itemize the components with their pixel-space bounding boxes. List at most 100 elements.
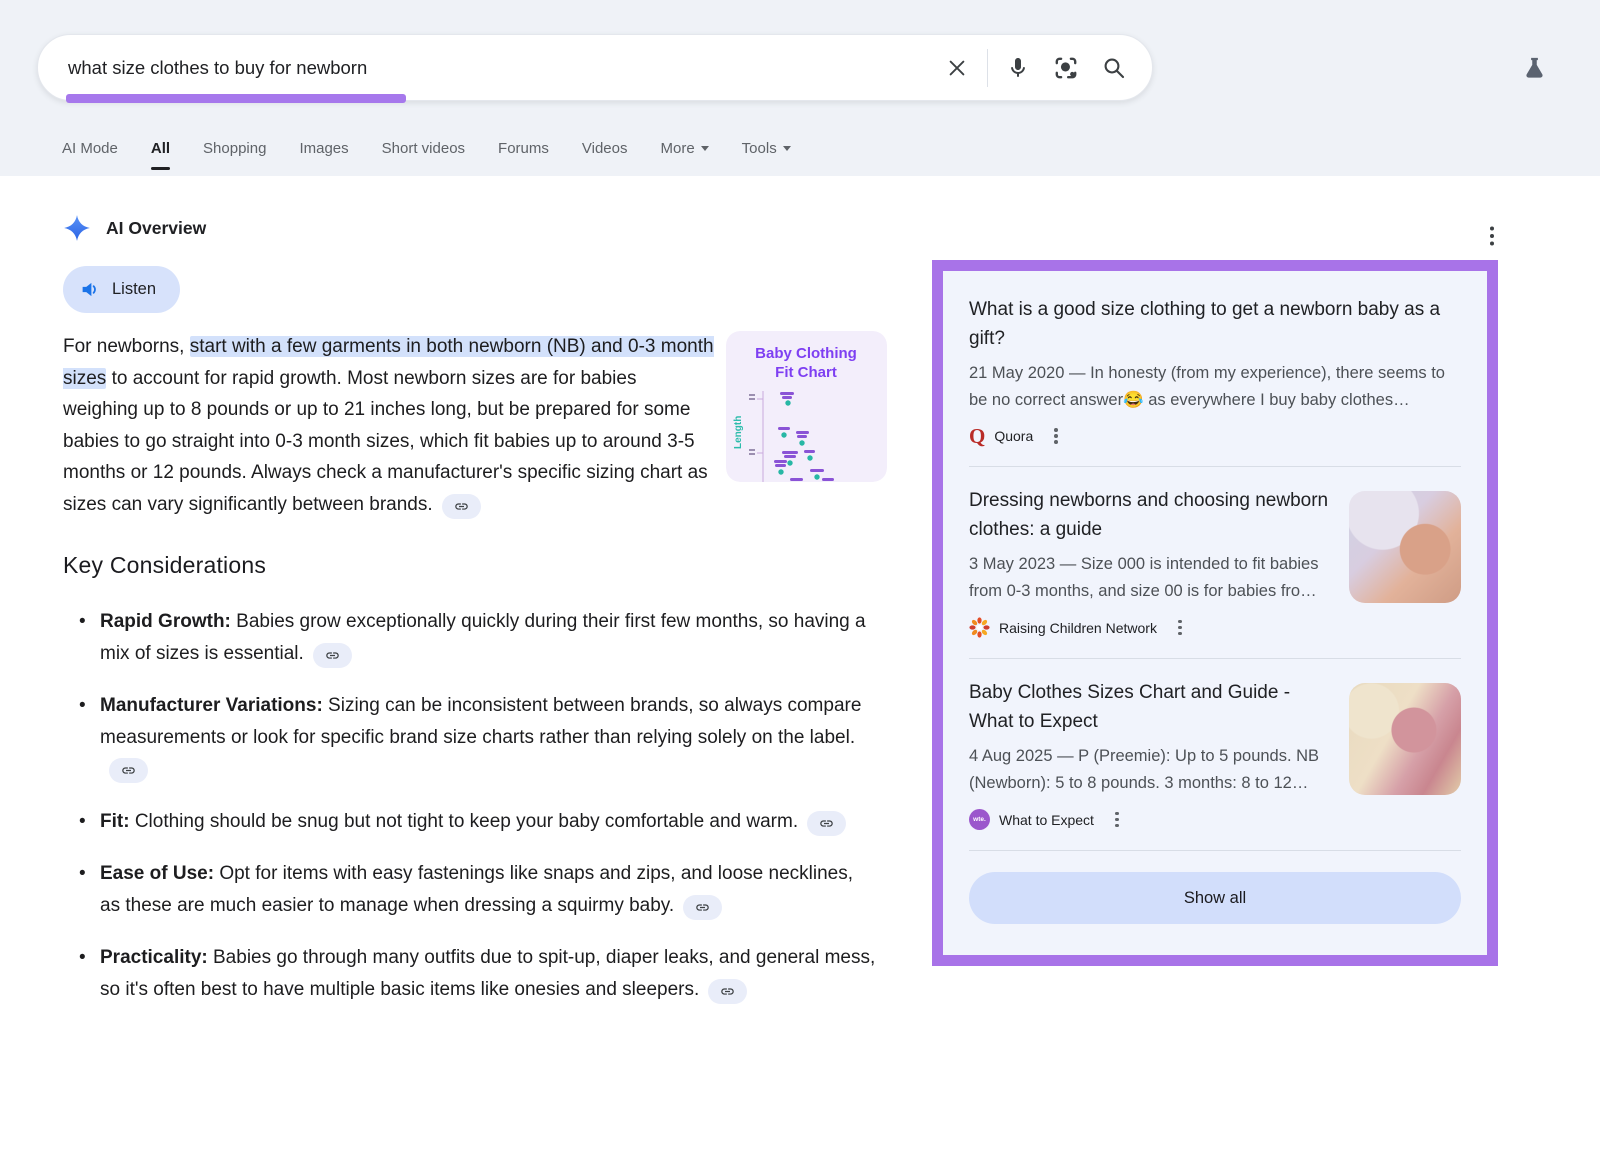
listen-button[interactable]: Listen <box>63 266 180 313</box>
tab-images[interactable]: Images <box>299 140 348 157</box>
item-text: Babies go through many outfits due to sp… <box>100 947 875 1000</box>
close-icon <box>946 57 968 79</box>
source-attribution-row: Q Quora <box>969 426 1461 446</box>
ai-overview-intro-paragraph: For newborns, start with a few garments … <box>63 331 714 520</box>
link-icon <box>695 900 710 915</box>
list-item: Fit: Clothing should be snug but not tig… <box>63 806 903 838</box>
kebab-menu-icon <box>1490 234 1495 239</box>
source-attribution-row: Raising Children Network <box>969 617 1335 638</box>
annotation-highlight-border: What is a good size clothing to get a ne… <box>932 260 1498 966</box>
result-thumbnail-image[interactable] <box>1349 683 1461 795</box>
source-card[interactable]: What is a good size clothing to get a ne… <box>969 296 1461 446</box>
raising-children-network-logo <box>969 617 990 638</box>
citation-link-chip[interactable] <box>708 979 747 1004</box>
bullet-marker <box>63 942 100 1005</box>
lens-search-button[interactable] <box>1042 44 1090 92</box>
speaker-icon <box>80 279 101 300</box>
bullet-marker <box>63 606 100 669</box>
search-bar-divider <box>987 49 988 87</box>
tab-tools-label: Tools <box>742 140 777 157</box>
source-card-snippet: 4 Aug 2025 — P (Preemie): Up to 5 pounds… <box>969 743 1335 796</box>
kebab-menu-icon[interactable] <box>1178 626 1182 630</box>
tab-videos[interactable]: Videos <box>582 140 628 157</box>
quora-logo: Q <box>969 426 985 446</box>
camera-lens-icon <box>1053 55 1079 81</box>
intro-post: to account for rapid growth. Most newbor… <box>63 368 708 515</box>
source-card-snippet: 3 May 2023 — Size 000 is intended to fit… <box>969 551 1335 604</box>
key-considerations-heading: Key Considerations <box>63 552 903 579</box>
tab-all[interactable]: All <box>151 140 170 157</box>
clear-search-button[interactable] <box>933 44 981 92</box>
flask-icon <box>1521 55 1548 82</box>
tab-more[interactable]: More <box>660 140 708 157</box>
kebab-menu-icon[interactable] <box>1115 818 1119 822</box>
source-name: What to Expect <box>999 812 1094 828</box>
tab-shopping[interactable]: Shopping <box>203 140 266 157</box>
list-item: Ease of Use: Opt for items with easy fas… <box>63 858 903 921</box>
tab-more-label: More <box>660 140 694 157</box>
link-icon <box>454 499 469 514</box>
ai-overview-menu-button[interactable] <box>1478 222 1506 250</box>
source-card[interactable]: Dressing newborns and choosing newborn c… <box>969 487 1461 638</box>
microphone-icon <box>1006 56 1030 80</box>
tab-tools[interactable]: Tools <box>742 140 791 157</box>
voice-search-button[interactable] <box>994 44 1042 92</box>
source-card-snippet: 21 May 2020 — In honesty (from my experi… <box>969 360 1461 413</box>
tab-ai-mode[interactable]: AI Mode <box>62 140 118 157</box>
bullet-marker <box>63 806 100 838</box>
item-label: Practicality: <box>100 947 208 968</box>
source-card-title[interactable]: What is a good size clothing to get a ne… <box>969 296 1461 353</box>
link-icon <box>819 816 834 831</box>
source-card-title[interactable]: Baby Clothes Sizes Chart and Guide - Wha… <box>969 679 1335 736</box>
source-name: Raising Children Network <box>999 620 1157 636</box>
ai-overview-body: For newborns, start with a few garments … <box>63 331 903 1026</box>
annotation-search-underline <box>66 94 406 103</box>
source-card-title[interactable]: Dressing newborns and choosing newborn c… <box>969 487 1335 544</box>
search-result-tabs: AI Mode All Shopping Images Short videos… <box>62 133 791 163</box>
source-attribution-row: wte. What to Expect <box>969 809 1335 830</box>
fit-chart-title-line1: Baby Clothing <box>755 345 857 362</box>
what-to-expect-logo: wte. <box>969 809 990 830</box>
link-icon <box>325 648 340 663</box>
ai-sparkle-icon <box>63 214 91 242</box>
ai-overview-header: AI Overview <box>63 214 206 242</box>
citation-link-chip[interactable] <box>313 643 352 668</box>
item-label: Rapid Growth: <box>100 611 231 632</box>
tab-forums[interactable]: Forums <box>498 140 549 157</box>
sources-panel: What is a good size clothing to get a ne… <box>943 271 1487 955</box>
kebab-menu-icon[interactable] <box>1054 434 1058 438</box>
show-all-button[interactable]: Show all <box>969 872 1461 924</box>
search-submit-button[interactable] <box>1090 44 1138 92</box>
chevron-down-icon <box>783 146 791 151</box>
labs-button[interactable] <box>1516 50 1552 86</box>
result-thumbnail-image[interactable] <box>1349 491 1461 603</box>
list-item: Manufacturer Variations: Sizing can be i… <box>63 690 903 785</box>
citation-link-chip[interactable] <box>683 895 722 920</box>
card-divider <box>969 466 1461 467</box>
item-label: Ease of Use: <box>100 863 214 884</box>
ai-overview-title: AI Overview <box>106 218 206 239</box>
fit-chart-title-line2: Fit Chart <box>775 364 837 381</box>
search-bar <box>37 34 1153 101</box>
search-icon <box>1102 56 1126 80</box>
citation-link-chip[interactable] <box>807 811 846 836</box>
card-divider <box>969 850 1461 851</box>
chevron-down-icon <box>701 146 709 151</box>
citation-link-chip[interactable] <box>109 758 148 783</box>
fit-chart-ylabel: Length <box>733 416 744 449</box>
search-input[interactable] <box>38 57 933 79</box>
tab-short-videos[interactable]: Short videos <box>382 140 465 157</box>
card-divider <box>969 658 1461 659</box>
fit-chart-thumbnail[interactable]: Baby Clothing Fit Chart Length <box>726 331 887 482</box>
key-considerations-list: Rapid Growth: Babies grow exceptionally … <box>63 606 903 1005</box>
item-label: Fit: <box>100 811 130 832</box>
listen-button-label: Listen <box>112 280 156 299</box>
intro-pre: For newborns, <box>63 336 190 357</box>
citation-link-chip[interactable] <box>442 494 481 519</box>
item-text: Clothing should be snug but not tight to… <box>130 811 799 832</box>
link-icon <box>720 984 735 999</box>
bullet-marker <box>63 690 100 785</box>
source-card[interactable]: Baby Clothes Sizes Chart and Guide - Wha… <box>969 679 1461 830</box>
link-icon <box>121 763 136 778</box>
search-bar-icons <box>933 44 1152 92</box>
